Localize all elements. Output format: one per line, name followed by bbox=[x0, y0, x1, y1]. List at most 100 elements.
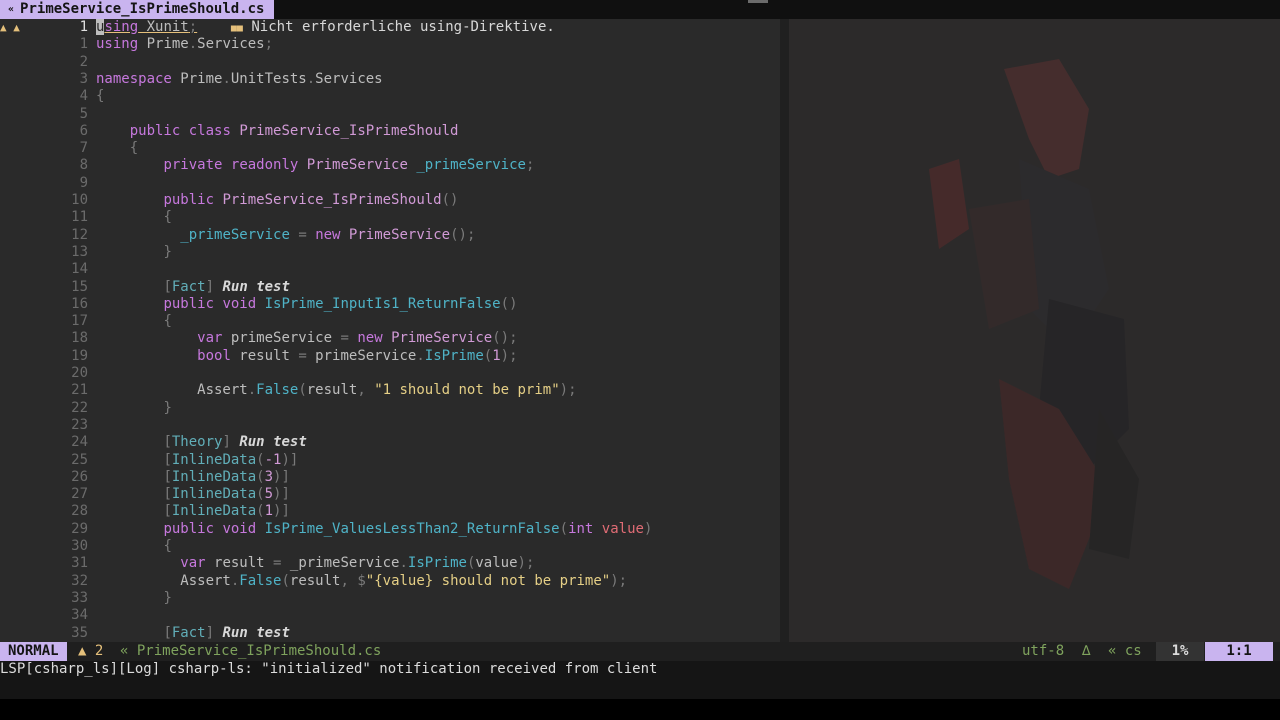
code-line[interactable]: 35 [Fact] Run test bbox=[0, 625, 780, 642]
code-line[interactable]: 2 bbox=[0, 54, 780, 71]
line-number: 11 bbox=[71, 209, 88, 226]
line-number: 22 bbox=[71, 399, 88, 416]
scroll-percent: 1% bbox=[1156, 642, 1204, 661]
code-text[interactable]: [InlineData(-1)] bbox=[96, 452, 298, 469]
filetype: « cs bbox=[1108, 643, 1142, 659]
buffer-tab[interactable]: « PrimeService_IsPrimeShould.cs bbox=[0, 0, 275, 19]
code-line[interactable]: 26 [InlineData(3)] bbox=[0, 469, 780, 486]
code-text[interactable]: { bbox=[96, 209, 171, 226]
code-line[interactable]: 15 [Fact] Run test bbox=[0, 279, 780, 296]
code-text[interactable]: var primeService = new PrimeService(); bbox=[96, 330, 517, 347]
code-text[interactable]: public void IsPrime_InputIs1_ReturnFalse… bbox=[96, 296, 517, 313]
line-number: 12 bbox=[71, 226, 88, 243]
code-line[interactable]: 25 [InlineData(-1)] bbox=[0, 452, 780, 469]
code-text[interactable]: [Fact] Run test bbox=[96, 279, 289, 296]
code-line[interactable]: 34 bbox=[0, 607, 780, 624]
code-text[interactable]: { bbox=[96, 140, 138, 157]
code-line[interactable]: 18 var primeService = new PrimeService()… bbox=[0, 330, 780, 347]
code-text[interactable]: Assert.False(result, "1 should not be pr… bbox=[96, 382, 576, 399]
code-text[interactable]: Assert.False(result, $"{value} should no… bbox=[96, 573, 627, 590]
code-line[interactable]: 31 var result = _primeService.IsPrime(va… bbox=[0, 555, 780, 572]
code-text[interactable]: } bbox=[96, 244, 171, 261]
line-number: 1 bbox=[79, 19, 88, 35]
line-number: 34 bbox=[71, 607, 88, 624]
code-text[interactable]: bool result = primeService.IsPrime(1); bbox=[96, 348, 517, 365]
code-text[interactable]: using Prime.Services; bbox=[96, 36, 273, 53]
code-line[interactable]: 7 { bbox=[0, 140, 780, 157]
code-line[interactable]: 32 Assert.False(result, $"{value} should… bbox=[0, 573, 780, 590]
code-line[interactable]: 23 bbox=[0, 417, 780, 434]
buffer-tab-title: PrimeService_IsPrimeShould.cs bbox=[20, 1, 265, 17]
code-text[interactable]: [Fact] Run test bbox=[96, 625, 289, 642]
tabline-indicator bbox=[748, 0, 768, 3]
code-line[interactable]: ▲ ▲ 1 using Xunit; ■■ Nicht erforderliche … bbox=[0, 19, 780, 36]
code-text[interactable]: using Xunit; ■■ Nicht erforderliche usin… bbox=[96, 19, 555, 37]
line-number: 2 bbox=[79, 53, 88, 70]
code-text[interactable]: public class PrimeService_IsPrimeShould bbox=[96, 123, 459, 140]
line-number: 33 bbox=[71, 589, 88, 606]
code-text[interactable]: [InlineData(5)] bbox=[96, 486, 289, 503]
line-number: 9 bbox=[79, 174, 88, 191]
code-text[interactable]: [Theory] Run test bbox=[96, 434, 306, 451]
code-text[interactable]: [InlineData(3)] bbox=[96, 469, 289, 486]
code-line[interactable]: 29 public void IsPrime_ValuesLessThan2_R… bbox=[0, 521, 780, 538]
code-text[interactable]: } bbox=[96, 400, 171, 417]
code-line[interactable]: 9 bbox=[0, 175, 780, 192]
line-number: 3 bbox=[79, 70, 88, 87]
background-illustration bbox=[929, 59, 1139, 589]
code-text[interactable]: public PrimeService_IsPrimeShould() bbox=[96, 192, 458, 209]
window-separator[interactable] bbox=[780, 19, 789, 642]
code-line[interactable]: 19 bool result = primeService.IsPrime(1)… bbox=[0, 348, 780, 365]
line-number: 21 bbox=[71, 382, 88, 399]
code-text[interactable]: private readonly PrimeService _primeServ… bbox=[96, 157, 534, 174]
code-line[interactable]: 8 private readonly PrimeService _primeSe… bbox=[0, 157, 780, 174]
code-line[interactable]: 14 bbox=[0, 261, 780, 278]
line-number: 5 bbox=[79, 105, 88, 122]
diagnostic-message: Nicht erforderliche using-Direktive. bbox=[251, 19, 555, 35]
code-text[interactable]: } bbox=[96, 590, 171, 607]
tabline: « PrimeService_IsPrimeShould.cs bbox=[0, 0, 1280, 19]
code-text[interactable]: { bbox=[96, 538, 171, 555]
code-line[interactable]: 22 } bbox=[0, 400, 780, 417]
code-line[interactable]: 11 { bbox=[0, 209, 780, 226]
warning-count[interactable]: ▲ 2 bbox=[78, 642, 103, 661]
code-line[interactable]: 21 Assert.False(result, "1 should not be… bbox=[0, 382, 780, 399]
code-line[interactable]: 3 namespace Prime.UnitTests.Services bbox=[0, 71, 780, 88]
code-line[interactable]: 10 public PrimeService_IsPrimeShould() bbox=[0, 192, 780, 209]
code-line[interactable]: 20 bbox=[0, 365, 780, 382]
line-number: 13 bbox=[71, 243, 88, 260]
code-line[interactable]: 6 public class PrimeService_IsPrimeShoul… bbox=[0, 123, 780, 140]
code-line[interactable]: 4{ bbox=[0, 88, 780, 105]
line-number: 7 bbox=[79, 140, 88, 157]
code-line[interactable]: 28 [InlineData(1)] bbox=[0, 503, 780, 520]
code-text[interactable]: { bbox=[96, 313, 171, 330]
code-line[interactable]: 5 bbox=[0, 106, 780, 123]
status-filename: « PrimeService_IsPrimeShould.cs bbox=[120, 643, 382, 659]
code-text[interactable]: { bbox=[96, 88, 104, 105]
code-line[interactable]: 24 [Theory] Run test bbox=[0, 434, 780, 451]
code-text[interactable]: public void IsPrime_ValuesLessThan2_Retu… bbox=[96, 521, 652, 538]
fileformat-icon: ∆ bbox=[1082, 643, 1091, 659]
sign-column: ▲ ▲ bbox=[0, 21, 20, 34]
line-number: 14 bbox=[71, 261, 88, 278]
command-line[interactable]: LSP[csharp_ls][Log] csharp-ls: "initiali… bbox=[0, 661, 1280, 699]
code-line[interactable]: 27 [InlineData(5)] bbox=[0, 486, 780, 503]
line-number: 16 bbox=[71, 295, 88, 312]
line-number: 26 bbox=[71, 468, 88, 485]
code-line[interactable]: 13 } bbox=[0, 244, 780, 261]
line-number: 8 bbox=[79, 157, 88, 174]
code-line[interactable]: 12 _primeService = new PrimeService(); bbox=[0, 227, 780, 244]
code-line[interactable]: 17 { bbox=[0, 313, 780, 330]
code-text[interactable]: namespace Prime.UnitTests.Services bbox=[96, 71, 383, 88]
editor-pane[interactable]: ▲ ▲ 1 using Xunit; ■■ Nicht erforderliche … bbox=[0, 19, 780, 642]
csharp-icon: « bbox=[8, 4, 15, 15]
lsp-log-message: LSP[csharp_ls][Log] csharp-ls: "initiali… bbox=[0, 661, 658, 677]
code-line[interactable]: 30 { bbox=[0, 538, 780, 555]
code-text[interactable]: _primeService = new PrimeService(); bbox=[96, 227, 475, 244]
code-text[interactable]: var result = _primeService.IsPrime(value… bbox=[96, 555, 534, 572]
line-number: 23 bbox=[71, 416, 88, 433]
code-line[interactable]: 16 public void IsPrime_InputIs1_ReturnFa… bbox=[0, 296, 780, 313]
code-line[interactable]: 1 using Prime.Services; bbox=[0, 36, 780, 53]
code-line[interactable]: 33 } bbox=[0, 590, 780, 607]
code-text[interactable]: [InlineData(1)] bbox=[96, 503, 289, 520]
